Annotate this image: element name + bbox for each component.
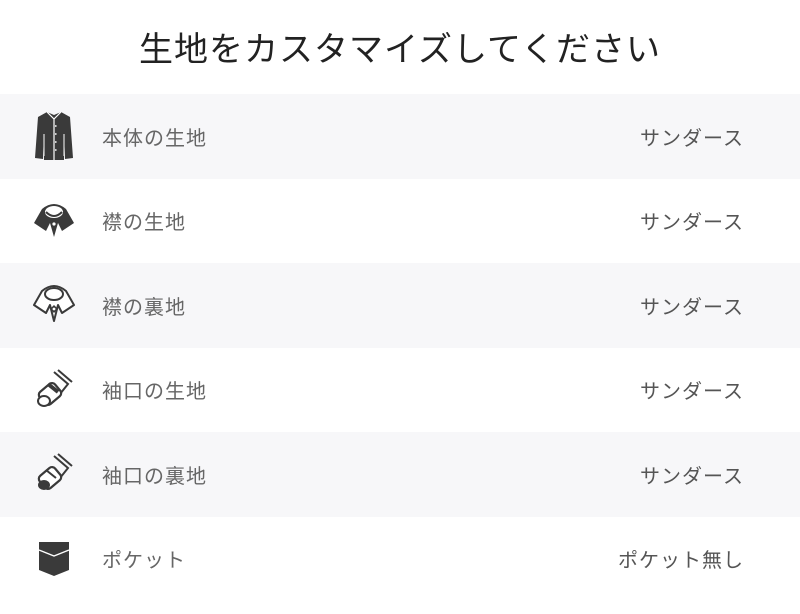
shirt-body-icon [30,108,78,164]
fabric-row-value: サンダース [640,463,744,488]
fabric-row-value: サンダース [640,379,744,404]
fabric-row-label: 襟の裏地 [102,294,186,319]
fabric-row-label: 襟の生地 [102,210,186,235]
page-title: 生地をカスタマイズしてください [139,30,661,70]
fabric-row-cuff[interactable]: 袖口の生地 サンダース [0,348,800,433]
fabric-row-label: 本体の生地 [102,125,207,150]
fabric-row-value: サンダース [640,210,744,235]
collar-icon [30,193,78,249]
fabric-row-label: ポケット [102,548,186,573]
fabric-row-pocket[interactable]: ポケット ポケット無し [0,517,800,602]
cuff-lining-icon [30,446,78,502]
fabric-row-value: サンダース [640,125,744,150]
fabric-option-list: 本体の生地 サンダース 襟の生地 サンダース 襟の裏地 サンダース 袖口の生地 … [0,94,800,601]
pocket-icon [30,531,78,587]
fabric-row-value: サンダース [640,294,744,319]
page-header: 生地をカスタマイズしてください [0,0,800,94]
fabric-row-collar[interactable]: 襟の生地 サンダース [0,179,800,264]
fabric-row-value: ポケット無し [618,548,744,573]
fabric-row-collar-lining[interactable]: 襟の裏地 サンダース [0,263,800,348]
fabric-row-label: 袖口の裏地 [102,463,207,488]
collar-lining-icon [30,277,78,333]
fabric-row-body[interactable]: 本体の生地 サンダース [0,94,800,179]
fabric-row-label: 袖口の生地 [102,379,207,404]
cuff-icon [30,362,78,418]
fabric-row-cuff-lining[interactable]: 袖口の裏地 サンダース [0,432,800,517]
